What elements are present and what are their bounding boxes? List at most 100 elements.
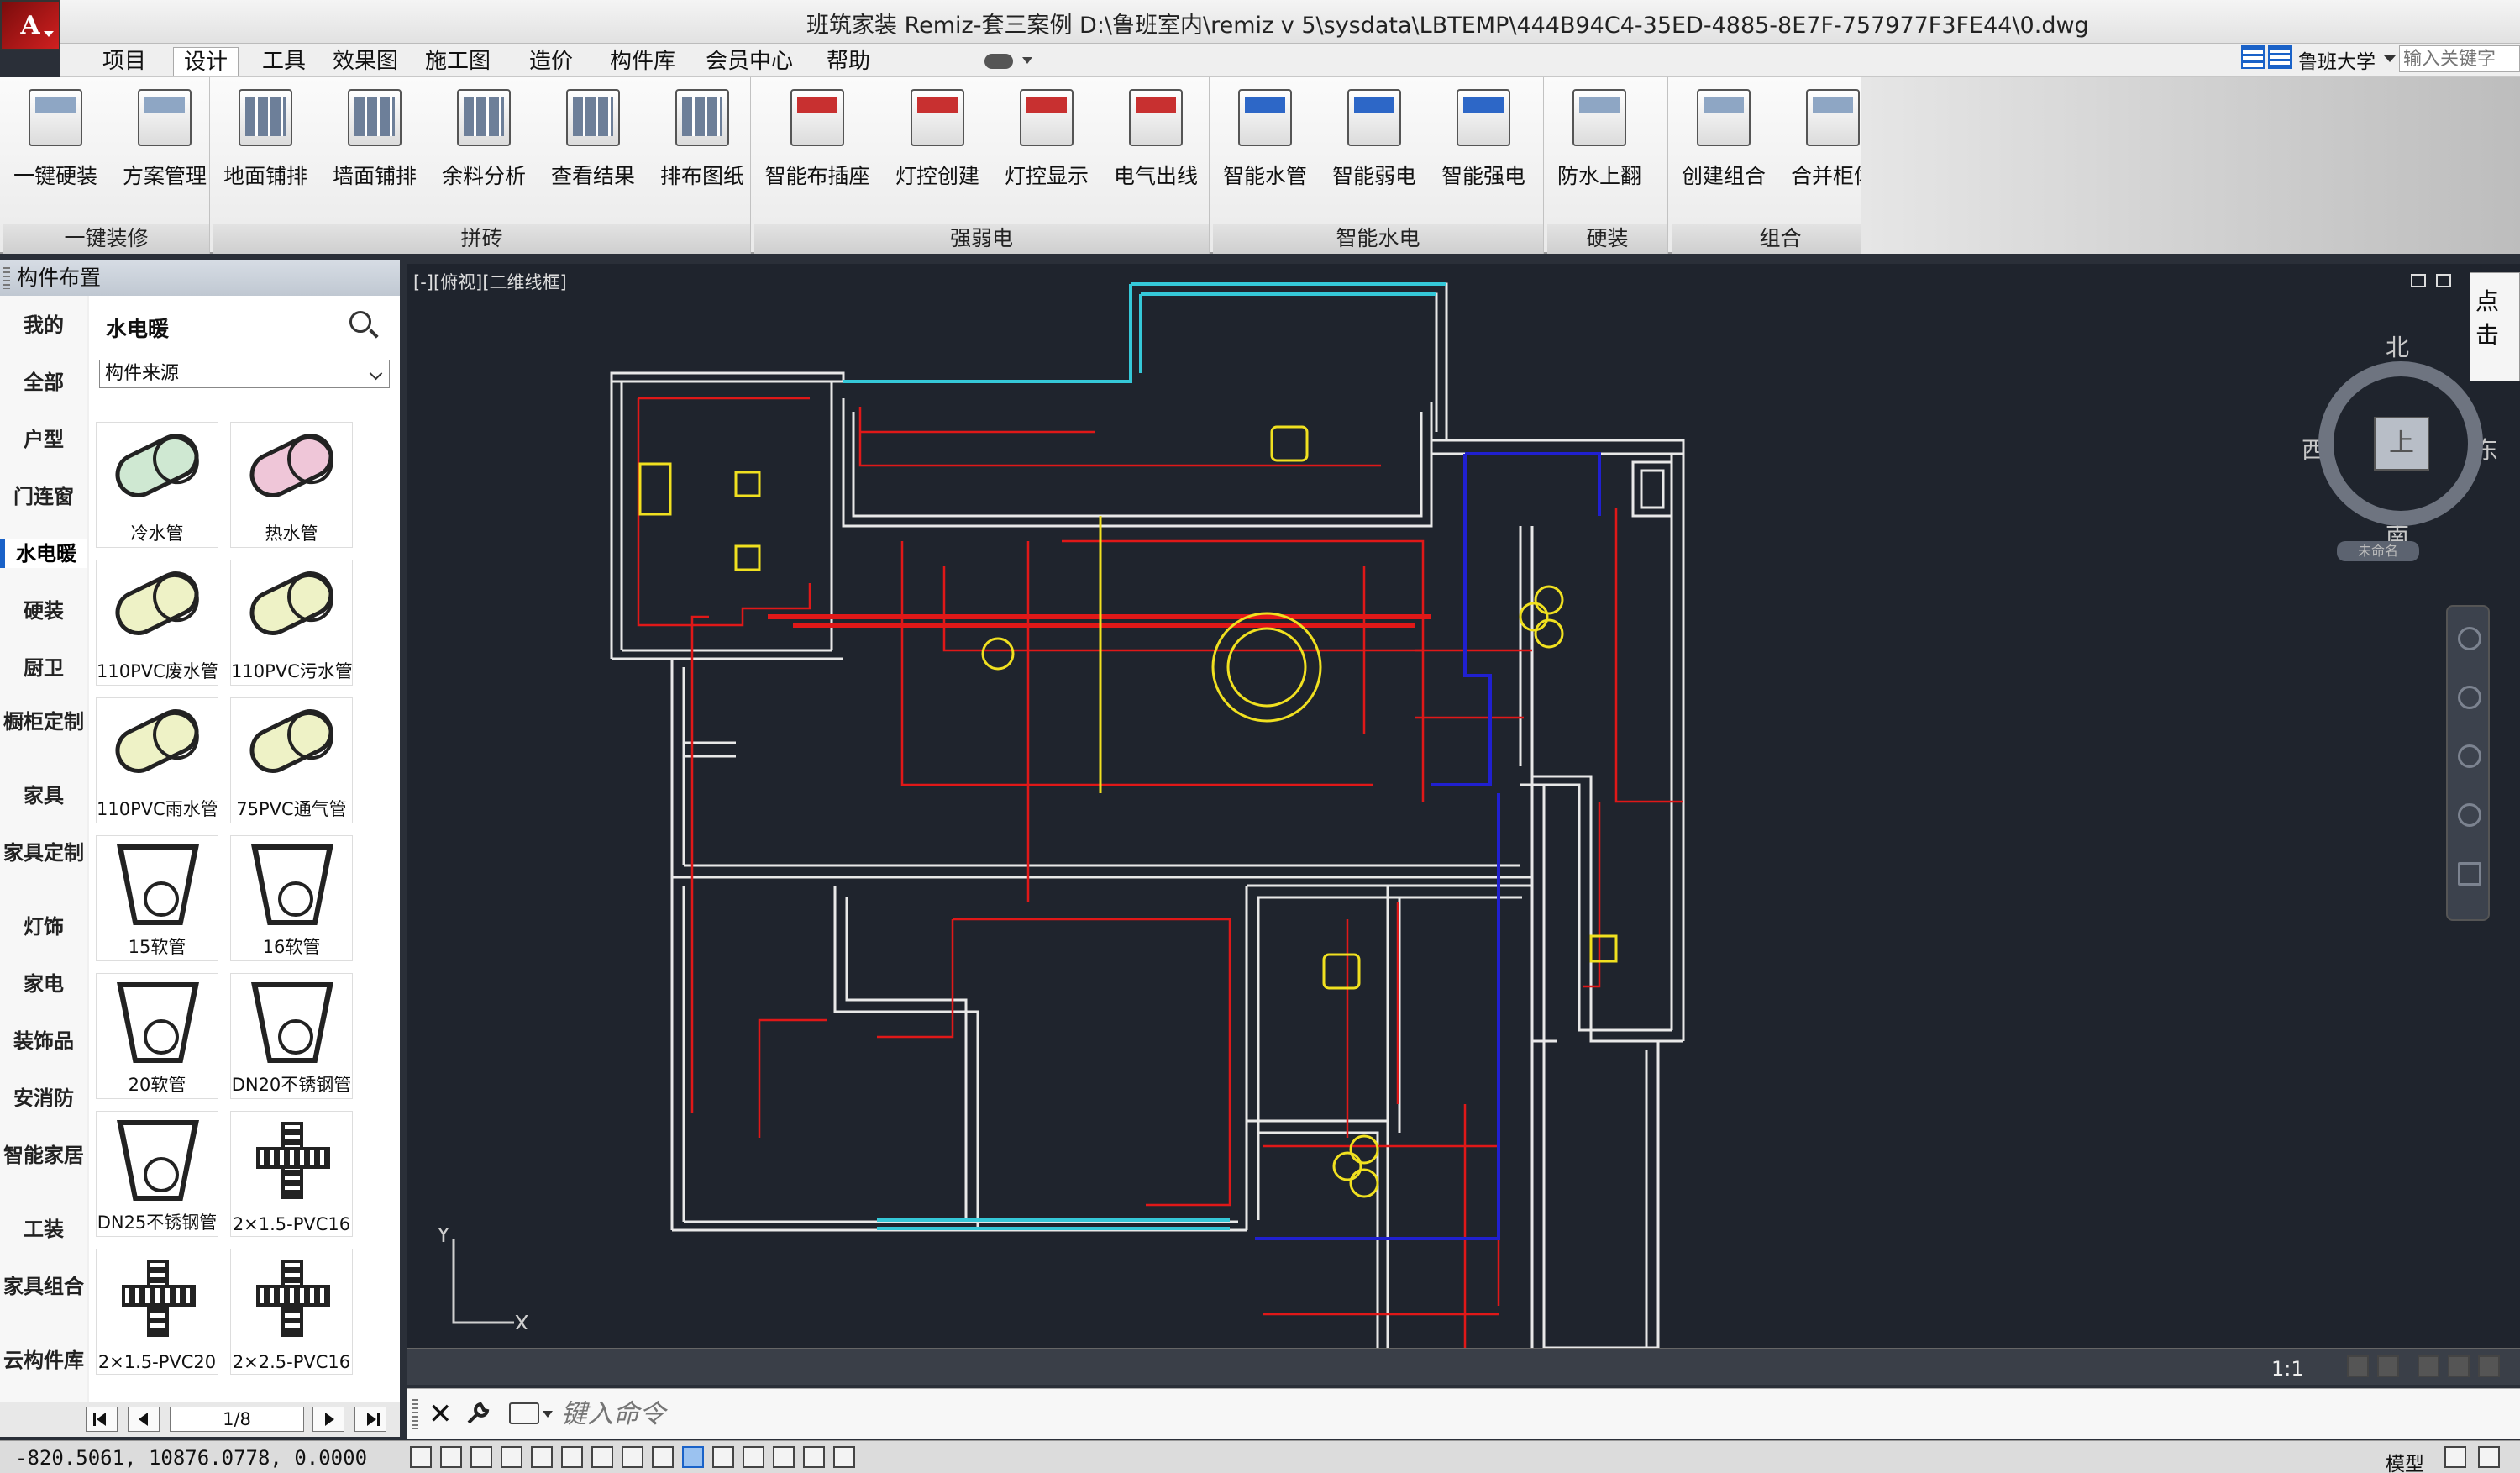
category-16[interactable]: 家具组合: [0, 1272, 87, 1301]
category-4[interactable]: 水电暖: [0, 539, 87, 568]
menu-item-8[interactable]: 帮助: [816, 47, 880, 76]
category-8[interactable]: 家具: [0, 781, 87, 810]
source-select[interactable]: 构件来源: [99, 360, 390, 388]
ribbon-button-1-2[interactable]: 余料分析: [432, 82, 536, 217]
user-menu[interactable]: 鲁班大学: [2298, 45, 2376, 74]
category-6[interactable]: 厨卫: [0, 654, 87, 682]
chevron-down-icon[interactable]: [2384, 55, 2396, 62]
ribbon-button-2-2[interactable]: 灯控显示: [995, 82, 1099, 217]
ribbon-button-1-3[interactable]: 查看结果: [541, 82, 645, 217]
transparency-icon[interactable]: [682, 1446, 704, 1468]
category-5[interactable]: 硬装: [0, 597, 87, 625]
component-item-4[interactable]: 110PVC雨水管: [96, 697, 218, 823]
category-12[interactable]: 装饰品: [0, 1027, 87, 1055]
list-view-icon[interactable]: [2268, 45, 2292, 69]
last-page-button[interactable]: [354, 1407, 386, 1432]
tile-view-icon[interactable]: [2241, 45, 2265, 69]
prev-page-button[interactable]: [128, 1407, 160, 1432]
lineweight-icon[interactable]: [652, 1446, 674, 1468]
category-9[interactable]: 家具定制: [0, 839, 87, 867]
view-cube[interactable]: 北 西 东 南 上: [2302, 329, 2498, 550]
side-tab[interactable]: 点击: [2470, 272, 2520, 381]
otrack-icon[interactable]: [561, 1446, 583, 1468]
ribbon-button-4-0[interactable]: 防水上翻: [1547, 82, 1651, 217]
show-motion-icon[interactable]: [2458, 862, 2481, 886]
auto-scale-icon[interactable]: [2377, 1355, 2399, 1377]
selection-cycling-icon[interactable]: [833, 1446, 855, 1468]
menu-item-1[interactable]: 设计: [173, 47, 239, 76]
ribbon-button-3-2[interactable]: 智能强电: [1431, 82, 1536, 217]
ribbon-button-2-1[interactable]: 灯控创建: [885, 82, 990, 217]
page-indicator[interactable]: 1/8: [170, 1407, 304, 1432]
drawing-canvas[interactable]: [-][俯视][二维线框] 北 西 东 南 上 未命名 点击 Y X: [407, 264, 2520, 1348]
component-item-3[interactable]: 110PVC污水管: [230, 560, 353, 686]
menu-item-2[interactable]: 工具: [252, 47, 316, 76]
chevron-down-icon[interactable]: [543, 1411, 553, 1418]
menu-item-4[interactable]: 施工图: [415, 47, 501, 76]
category-7[interactable]: 橱柜定制: [0, 708, 87, 736]
close-icon[interactable]: ✕: [428, 1397, 453, 1431]
floor-plan[interactable]: [407, 264, 2520, 1348]
zoom-extents-icon[interactable]: [2458, 744, 2481, 768]
orbit-icon[interactable]: [2458, 803, 2481, 827]
fullscreen-icon[interactable]: [2478, 1355, 2500, 1377]
annotation-scale[interactable]: 1:1: [2271, 1357, 2304, 1381]
am-icon[interactable]: [773, 1446, 795, 1468]
ribbon-button-2-0[interactable]: 智能布插座: [754, 82, 880, 217]
category-10[interactable]: 灯饰: [0, 913, 87, 941]
category-0[interactable]: 我的: [0, 311, 87, 339]
sc-icon[interactable]: [743, 1446, 764, 1468]
menu-item-0[interactable]: 项目: [92, 47, 156, 76]
polar-icon[interactable]: [501, 1446, 522, 1468]
search-icon[interactable]: [349, 311, 371, 333]
snap-icon[interactable]: [410, 1446, 432, 1468]
category-13[interactable]: 安消防: [0, 1084, 87, 1113]
ribbon-button-1-0[interactable]: 地面铺排: [213, 82, 318, 217]
component-item-6[interactable]: 15软管: [96, 835, 218, 961]
command-prompt-icon[interactable]: [509, 1402, 539, 1424]
chevron-down-icon[interactable]: [1022, 57, 1032, 64]
menu-item-5[interactable]: 造价: [519, 47, 583, 76]
ribbon-button-0-0[interactable]: 一键硬装: [3, 82, 108, 217]
component-item-11[interactable]: 2×1.5-PVC16: [230, 1111, 353, 1237]
next-page-button[interactable]: [312, 1407, 344, 1432]
annotation-visibility-icon[interactable]: [2347, 1355, 2369, 1377]
component-item-12[interactable]: 2×1.5-PVC20: [96, 1249, 218, 1375]
view-cube-top[interactable]: 上: [2374, 417, 2429, 471]
ucs-dropdown[interactable]: 未命名: [2337, 541, 2419, 561]
restore-viewport-icon[interactable]: [2436, 274, 2451, 287]
grip-icon[interactable]: [412, 1399, 418, 1429]
ducs-icon[interactable]: [591, 1446, 613, 1468]
osnap-icon[interactable]: [531, 1446, 553, 1468]
plus-icon[interactable]: [803, 1446, 825, 1468]
ribbon-button-1-1[interactable]: 墙面铺排: [323, 82, 427, 217]
command-input[interactable]: [561, 1396, 2493, 1433]
menu-item-7[interactable]: 会员中心: [696, 47, 803, 76]
ribbon-button-3-1[interactable]: 智能弱电: [1322, 82, 1426, 217]
ribbon-button-0-1[interactable]: 方案管理: [113, 82, 217, 217]
wrench-icon[interactable]: [465, 1401, 491, 1426]
category-14[interactable]: 智能家居: [0, 1141, 87, 1170]
steering-wheel-icon[interactable]: [2458, 627, 2481, 650]
grip-icon[interactable]: [3, 267, 10, 289]
minimize-viewport-icon[interactable]: [2411, 274, 2426, 287]
qp-icon[interactable]: [712, 1446, 734, 1468]
menu-item-6[interactable]: 构件库: [600, 47, 685, 76]
category-15[interactable]: 工装: [0, 1215, 87, 1244]
lightbulb-icon[interactable]: [2448, 1355, 2470, 1377]
dyn-icon[interactable]: [622, 1446, 643, 1468]
category-1[interactable]: 全部: [0, 368, 87, 397]
keyword-search-input[interactable]: [2399, 45, 2520, 72]
model-tab[interactable]: 模型: [2386, 1448, 2424, 1473]
quick-view-icon[interactable]: [2478, 1446, 2500, 1468]
component-item-5[interactable]: 75PVC通气管: [230, 697, 353, 823]
ribbon-button-2-3[interactable]: 电气出线: [1104, 82, 1208, 217]
app-logo[interactable]: A: [0, 0, 60, 50]
component-item-13[interactable]: 2×2.5-PVC16: [230, 1249, 353, 1375]
category-2[interactable]: 户型: [0, 425, 87, 454]
component-item-7[interactable]: 16软管: [230, 835, 353, 961]
ribbon-button-5-0[interactable]: 创建组合: [1672, 82, 1776, 217]
pan-hand-icon[interactable]: [2458, 686, 2481, 709]
workspace-icon[interactable]: [2418, 1355, 2439, 1377]
ribbon-button-3-0[interactable]: 智能水管: [1213, 82, 1317, 217]
